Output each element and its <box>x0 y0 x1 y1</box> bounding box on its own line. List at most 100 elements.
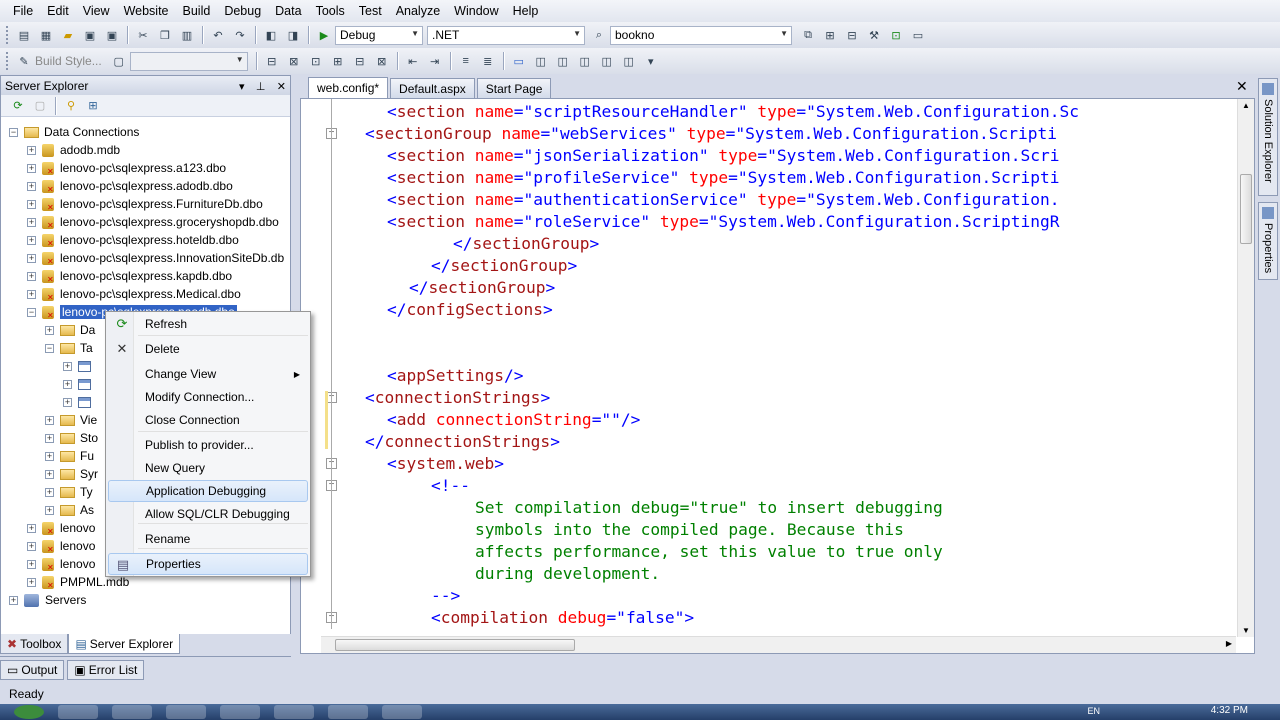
code-line[interactable]: Set compilation debug="true" to insert d… <box>475 497 943 519</box>
style-combo[interactable]: ▼ <box>129 51 248 71</box>
expand-icon[interactable]: + <box>63 361 72 371</box>
expand-icon[interactable]: + <box>27 253 36 263</box>
menu-view[interactable]: View <box>76 0 117 22</box>
build-style-icon[interactable]: ✎ <box>16 53 32 69</box>
bookmark-icon[interactable]: ▭ <box>511 53 527 69</box>
tree-node-connection[interactable]: + lenovo-pc\sqlexpress.groceryshopdb.dbo <box>27 213 279 231</box>
tree-node-connection[interactable]: + lenovo <box>27 537 95 555</box>
tree-node-child[interactable]: + Ty <box>45 483 93 501</box>
tree-node-connection[interactable]: + lenovo-pc\sqlexpress.adodb.dbo <box>27 177 233 195</box>
tab-error-list[interactable]: ▣ Error List <box>67 660 145 680</box>
expand-icon[interactable]: + <box>63 397 72 407</box>
tree-node-servers[interactable]: + Servers <box>9 591 86 609</box>
tab-toolbox[interactable]: ✖ Toolbox <box>0 634 69 654</box>
code-line[interactable]: </sectionGroup> <box>409 277 555 299</box>
expand-icon[interactable]: + <box>27 271 36 281</box>
menu-test[interactable]: Test <box>352 0 389 22</box>
stop-icon[interactable]: ▢ <box>32 98 48 114</box>
start-debug-icon[interactable]: ▶ <box>316 27 332 43</box>
comment-icon[interactable]: ≡ <box>458 53 474 69</box>
platform-combo[interactable]: .NET ▼ <box>427 25 585 45</box>
code-line[interactable]: during development. <box>475 563 660 585</box>
format-icon[interactable]: ⊟ <box>264 53 280 69</box>
code-line[interactable]: affects performance, set this value to t… <box>475 541 943 563</box>
code-line[interactable]: <sectionGroup name="webServices" type="S… <box>365 123 1057 145</box>
undo-icon[interactable]: ↶ <box>210 27 226 43</box>
taskbar-item[interactable] <box>328 705 368 719</box>
cut-icon[interactable]: ✂ <box>135 27 151 43</box>
open-file-icon[interactable]: ▰ <box>60 27 76 43</box>
clear-bookmarks-icon[interactable]: ◫ <box>621 53 637 69</box>
scroll-down-icon[interactable]: ▼ <box>1242 626 1250 635</box>
expand-icon[interactable]: + <box>27 235 36 245</box>
close-icon[interactable]: ✕ <box>277 81 286 93</box>
code-line[interactable]: <section name="jsonSerialization" type="… <box>387 145 1060 167</box>
tab-solution-explorer[interactable]: Solution Explorer <box>1258 78 1278 196</box>
refresh-icon[interactable]: ⟳ <box>10 98 26 114</box>
doc-tab[interactable]: Start Page <box>476 78 552 98</box>
menu-debug[interactable]: Debug <box>217 0 268 22</box>
menu-tools[interactable]: Tools <box>309 0 352 22</box>
tree-node-child[interactable]: + Vie <box>45 411 97 429</box>
expand-icon[interactable]: + <box>45 433 54 443</box>
expand-icon[interactable]: + <box>45 505 54 515</box>
next-bookmark-folder-icon[interactable]: ◫ <box>599 53 615 69</box>
menu-file[interactable]: File <box>6 0 40 22</box>
tree-node-connection[interactable]: + lenovo-pc\sqlexpress.a123.dbo <box>27 159 226 177</box>
code-line[interactable]: <section name="profileService" type="Sys… <box>387 167 1060 189</box>
menu-item-delete[interactable]: ✕ Delete <box>108 338 308 360</box>
tree-node-child[interactable]: + As <box>45 501 94 519</box>
clock[interactable]: 4:32 PM <box>1211 705 1248 716</box>
properties-window-icon[interactable]: ⊟ <box>844 27 860 43</box>
menu-item-allow-sql-clr-debugging[interactable]: Allow SQL/CLR Debugging <box>108 503 308 525</box>
menu-item-rename[interactable]: Rename <box>108 528 308 550</box>
format-icon[interactable]: ⊠ <box>286 53 302 69</box>
tree-node-connection[interactable]: + lenovo-pc\sqlexpress.FurnitureDb.dbo <box>27 195 263 213</box>
tree-node-child[interactable]: + Syr <box>45 465 98 483</box>
code-line[interactable]: </connectionStrings> <box>365 431 560 453</box>
more-icon[interactable]: ▾ <box>643 53 659 69</box>
expand-icon[interactable]: + <box>27 217 36 227</box>
connect-server-icon[interactable]: ⊞ <box>85 98 101 114</box>
format-icon[interactable]: ⊠ <box>374 53 390 69</box>
expand-icon[interactable]: + <box>45 325 54 335</box>
new-project-icon[interactable]: ▤ <box>16 27 32 43</box>
code-line[interactable]: <compilation debug="false"> <box>431 607 694 629</box>
collapse-icon[interactable]: − <box>9 127 18 137</box>
tree-node-connection[interactable]: + lenovo-pc\sqlexpress.Medical.dbo <box>27 285 241 303</box>
menu-item-modify-connection[interactable]: Modify Connection... <box>108 386 308 408</box>
indent-icon[interactable]: ⇥ <box>427 53 443 69</box>
menu-item-application-debugging[interactable]: Application Debugging <box>108 480 308 502</box>
tree-node-connection[interactable]: + lenovo <box>27 519 95 537</box>
code-line[interactable]: </sectionGroup> <box>453 233 599 255</box>
expand-icon[interactable]: + <box>27 145 36 155</box>
tree-node-child[interactable]: + Da <box>45 321 95 339</box>
tree-node-connection[interactable]: + lenovo-pc\sqlexpress.hoteldb.dbo <box>27 231 239 249</box>
expand-icon[interactable]: + <box>63 379 72 389</box>
tab-properties[interactable]: Properties <box>1258 202 1278 280</box>
menu-item-properties[interactable]: ▤ Properties <box>108 553 308 575</box>
save-icon[interactable]: ▣ <box>82 27 98 43</box>
expand-icon[interactable]: + <box>45 487 54 497</box>
tree-node-child[interactable]: + Fu <box>45 447 94 465</box>
code-line[interactable]: <add connectionString=""/> <box>387 409 640 431</box>
code-editor[interactable]: <section name="scriptResourceHandler" ty… <box>300 98 1255 654</box>
menu-item-publish-to-provider[interactable]: Publish to provider... <box>108 434 308 456</box>
tree-node-child[interactable]: + Sto <box>45 429 98 447</box>
taskbar-item[interactable] <box>274 705 314 719</box>
expand-icon[interactable]: + <box>27 559 36 569</box>
style-icon[interactable]: ▢ <box>111 53 127 69</box>
bookmark-folder-icon[interactable]: ◫ <box>577 53 593 69</box>
taskbar-item[interactable] <box>166 705 206 719</box>
menu-item-new-query[interactable]: New Query <box>108 457 308 479</box>
code-line[interactable]: <connectionStrings> <box>365 387 550 409</box>
add-item-icon[interactable]: ▦ <box>38 27 54 43</box>
solution-explorer-icon[interactable]: ⊞ <box>822 27 838 43</box>
tree-node-child[interactable]: − Ta <box>45 339 93 357</box>
collapse-icon[interactable]: − <box>45 343 54 353</box>
prev-bookmark-icon[interactable]: ◫ <box>533 53 549 69</box>
tab-server-explorer[interactable]: ▤ Server Explorer <box>68 634 181 654</box>
tree-node-connection[interactable]: + lenovo <box>27 555 95 573</box>
expand-icon[interactable]: + <box>45 469 54 479</box>
command-window-icon[interactable]: ▭ <box>910 27 926 43</box>
